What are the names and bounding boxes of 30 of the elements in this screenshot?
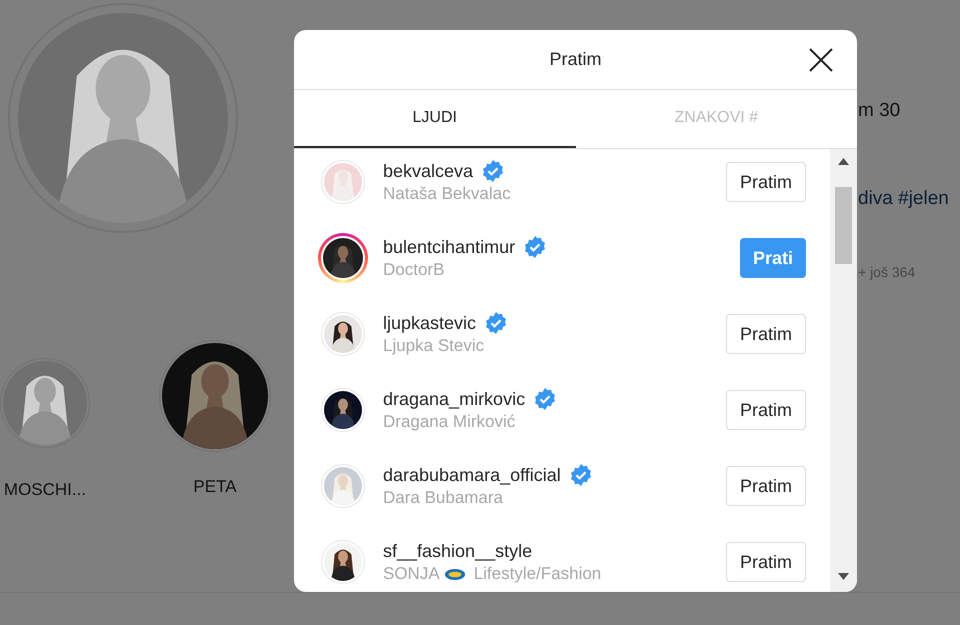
following-button[interactable]: Pratim: [726, 162, 806, 202]
following-button[interactable]: Pratim: [726, 390, 806, 430]
username-link[interactable]: dragana_mirkovic: [383, 387, 526, 411]
scrollbar-thumb[interactable]: [835, 187, 852, 264]
following-button[interactable]: Pratim: [726, 542, 806, 582]
username-link[interactable]: darabubamara_official: [383, 463, 561, 487]
following-button[interactable]: Pratim: [726, 314, 806, 354]
full-name: Dragana Mirković: [383, 411, 516, 433]
category-text: Lifestyle/Fashion: [474, 563, 602, 585]
full-name: Ljupka Stevic: [383, 335, 484, 357]
full-name: SONJA: [383, 563, 440, 585]
dialog-title: Pratim: [549, 48, 602, 71]
following-button[interactable]: Pratim: [726, 466, 806, 506]
scroll-up-icon[interactable]: [838, 158, 849, 165]
tab[interactable]: LJUDI: [294, 90, 576, 148]
full-name: DoctorB: [383, 259, 444, 281]
full-name: Dara Bubamara: [383, 487, 504, 509]
username-link[interactable]: ljupkastevic: [383, 311, 476, 335]
username-link[interactable]: bulentcihantimur: [383, 235, 516, 259]
username-link[interactable]: sf__fashion__style: [383, 539, 532, 563]
followed-by-text: + još 364: [858, 263, 916, 282]
highlight-title[interactable]: PETA: [193, 474, 237, 500]
scroll-down-icon[interactable]: [838, 573, 849, 580]
scrollbar[interactable]: [830, 149, 857, 592]
full-name: Nataša Bekvalac: [383, 183, 511, 205]
stats-text: m 30: [858, 99, 902, 123]
highlight-title[interactable]: MOSCHI...: [4, 477, 86, 502]
username-link[interactable]: bekvalceva: [383, 159, 474, 183]
close-button[interactable]: [807, 46, 835, 74]
bio-text: diva #jelen: [858, 187, 950, 211]
